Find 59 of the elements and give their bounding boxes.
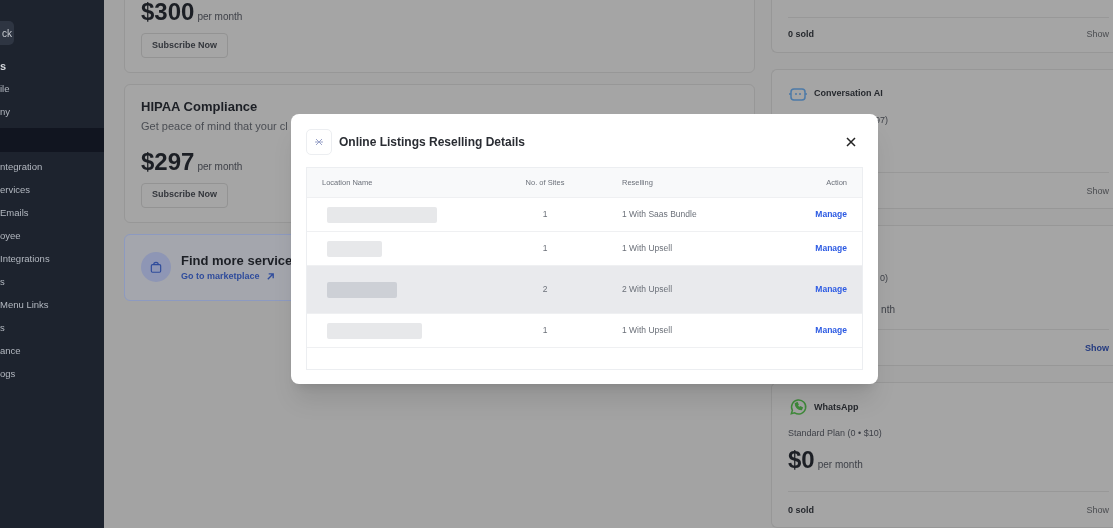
sidebar-item[interactable]: ntegration bbox=[0, 156, 104, 179]
bag-icon bbox=[141, 252, 171, 282]
price: $297 bbox=[141, 148, 195, 175]
close-button[interactable] bbox=[844, 135, 858, 149]
card-title: Conversation AI bbox=[814, 86, 883, 100]
marketplace-link[interactable]: Go to marketplace bbox=[181, 270, 293, 284]
price-period: per month bbox=[197, 159, 243, 174]
promo-title: Find more service bbox=[181, 251, 293, 270]
card-title: HIPAA Compliance bbox=[141, 99, 259, 115]
redacted-name bbox=[327, 240, 382, 257]
sidebar-item[interactable]: s bbox=[0, 317, 104, 340]
manage-link[interactable]: Manage bbox=[815, 242, 847, 255]
sidebar-item[interactable]: ile bbox=[0, 78, 104, 101]
sold-count: 0 sold bbox=[788, 503, 814, 517]
whatsapp-icon bbox=[788, 397, 808, 418]
plan-text: Standard Plan (0 • $10) bbox=[788, 427, 883, 441]
card-title: WhatsApp bbox=[814, 400, 859, 414]
sidebar-item[interactable]: ogs bbox=[0, 363, 104, 386]
show-link[interactable]: Show bbox=[1086, 184, 1109, 199]
sidebar-button[interactable]: ck bbox=[0, 21, 14, 45]
table-cell: 1 bbox=[542, 324, 548, 337]
plan-text: 0) bbox=[880, 272, 888, 286]
table-cell: 1 bbox=[542, 208, 548, 221]
subscribe-button[interactable]: Subscribe Now bbox=[141, 182, 228, 208]
table-cell-text: 2 With Upsell bbox=[622, 283, 674, 296]
price-period: nth bbox=[881, 302, 895, 317]
show-link[interactable]: Show bbox=[1085, 341, 1109, 356]
sidebar-item[interactable]: Menu Links bbox=[0, 294, 104, 317]
robot-icon bbox=[788, 85, 808, 102]
table-row[interactable]: 2 2 With Upsell Manage bbox=[307, 265, 862, 313]
manage-link[interactable]: Manage bbox=[815, 324, 847, 337]
table-cell-text: 1 With Upsell bbox=[622, 324, 674, 337]
external-arrow-icon bbox=[265, 272, 275, 282]
listing-icon bbox=[306, 129, 332, 155]
manage-link[interactable]: Manage bbox=[815, 283, 847, 296]
price-period: per month bbox=[197, 10, 243, 24]
table-cell: 1 bbox=[542, 242, 548, 255]
sidebar-item[interactable]: Emails bbox=[0, 202, 104, 225]
manage-link[interactable]: Manage bbox=[815, 208, 847, 221]
redacted-name bbox=[327, 281, 397, 298]
sidebar-item[interactable]: Integrations bbox=[0, 248, 104, 271]
card-description: Get peace of mind that your cl bbox=[141, 119, 289, 134]
table-cell: 2 bbox=[542, 283, 548, 296]
sidebar-item[interactable]: oyee bbox=[0, 225, 104, 248]
sidebar-item[interactable]: ance bbox=[0, 340, 104, 363]
sidebar-item[interactable]: ervices bbox=[0, 179, 104, 202]
sidebar-heading: s bbox=[0, 59, 7, 75]
dialog-title: Online Listings Reselling Details bbox=[339, 134, 526, 151]
price: $300 bbox=[141, 0, 195, 25]
sidebar-item[interactable]: ny bbox=[0, 101, 104, 124]
show-link[interactable]: Show bbox=[1086, 28, 1109, 42]
show-link[interactable]: Show bbox=[1086, 503, 1109, 517]
price: $0 bbox=[788, 446, 815, 473]
price-period: per month bbox=[817, 457, 863, 472]
sold-count: 0 sold bbox=[788, 28, 814, 42]
sidebar-item[interactable]: s bbox=[0, 271, 104, 294]
subscribe-button[interactable]: Subscribe Now bbox=[141, 33, 228, 58]
table-cell-text: 1 With Saas Bundle bbox=[622, 208, 698, 221]
table-cell-text: 1 With Upsell bbox=[622, 242, 674, 255]
